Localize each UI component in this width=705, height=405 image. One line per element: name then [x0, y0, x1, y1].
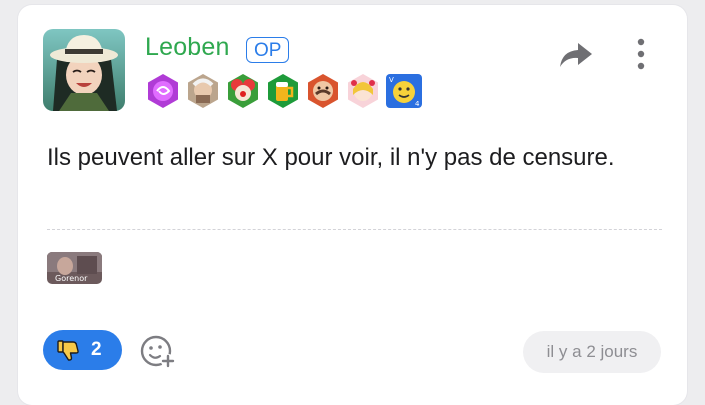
badge-blonde-girl[interactable]	[345, 73, 381, 109]
badge-smiley-card[interactable]: V 4	[385, 73, 423, 109]
vertical-dots-icon[interactable]	[630, 37, 652, 71]
thumbs-down-icon	[57, 340, 79, 361]
add-emoji-icon[interactable]	[139, 332, 177, 370]
svg-text:V: V	[389, 76, 394, 84]
username[interactable]: Leoben	[145, 33, 230, 62]
avatar[interactable]	[43, 29, 125, 111]
badge-beer[interactable]	[265, 73, 301, 109]
signature-thumbnail: Gorenor	[47, 252, 102, 284]
signature-image[interactable]: Gorenor	[47, 252, 102, 284]
avatar-image	[43, 29, 125, 111]
svg-text:4: 4	[415, 100, 420, 108]
badge-purple-swirl[interactable]	[145, 73, 181, 109]
thumbs-down-reaction-button[interactable]: 2	[43, 330, 122, 370]
signature-text: Gorenor	[55, 274, 88, 283]
timestamp[interactable]: il y a 2 jours	[523, 331, 661, 373]
badge-clown[interactable]	[225, 73, 261, 109]
badge-old-man[interactable]	[185, 73, 221, 109]
thumbs-down-count: 2	[91, 339, 102, 360]
post-card: Leoben OP V 4 Ils peuvent aller sur X po…	[18, 5, 687, 405]
op-badge: OP	[246, 37, 290, 63]
badge-man-face[interactable]	[305, 73, 341, 109]
post-message: Ils peuvent aller sur X pour voir, il n'…	[47, 144, 615, 171]
share-arrow-icon[interactable]	[558, 39, 594, 71]
signature-divider	[47, 229, 662, 230]
